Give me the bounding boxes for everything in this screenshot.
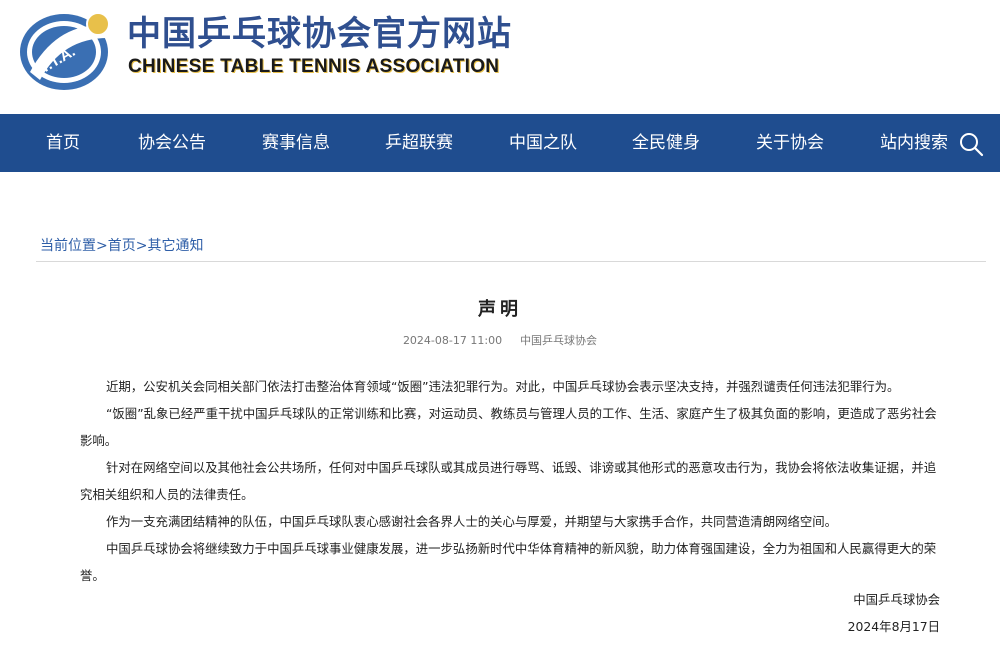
article-signature: 中国乒乓球协会	[853, 592, 940, 607]
nav-item-fitness[interactable]: 全民健身	[632, 114, 700, 172]
breadcrumb-current-link[interactable]: 其它通知	[147, 238, 203, 254]
breadcrumb: 当前位置>首页>其它通知	[40, 236, 203, 256]
site-header: T.T.A. 中国乒乓球协会官方网站 CHINESE TABLE TENNIS …	[0, 0, 1000, 114]
main-nav: 首页 协会公告 赛事信息 乒超联赛 中国之队 全民健身 关于协会 站内搜索	[0, 114, 1000, 172]
nav-item-announcements[interactable]: 协会公告	[138, 114, 206, 172]
article-title: 声明	[478, 299, 522, 320]
article-source: 中国乒乓球协会	[520, 334, 598, 347]
nav-item-national-team[interactable]: 中国之队	[509, 114, 577, 172]
nav-item-home[interactable]: 首页	[46, 114, 80, 172]
article-body: 近期，公安机关会同相关部门依法打击整治体育领域“饭圈”违法犯罪行为。对此，中国乒…	[80, 373, 940, 589]
article-paragraph: “饭圈”乱象已经严重干扰中国乒乓球队的正常训练和比赛，对运动员、教练员与管理人员…	[80, 406, 937, 448]
article-sign-date: 2024年8月17日	[847, 619, 940, 634]
nav-item-events[interactable]: 赛事信息	[262, 114, 330, 172]
nav-item-site-search[interactable]: 站内搜索	[880, 114, 948, 172]
breadcrumb-separator: >	[96, 238, 108, 254]
site-title-chinese: 中国乒乓球协会官方网站	[127, 14, 512, 54]
article-meta: 2024-08-17 11:00 中国乒乓球协会	[0, 333, 1000, 349]
breadcrumb-divider	[36, 261, 986, 262]
breadcrumb-prefix: 当前位置	[40, 238, 96, 254]
article-paragraph: 近期，公安机关会同相关部门依法打击整治体育领域“饭圈”违法犯罪行为。对此，中国乒…	[106, 379, 900, 394]
article-date: 2024-08-17 11:00	[402, 334, 503, 347]
cttа-logo-icon[interactable]: T.T.A.	[18, 8, 114, 92]
search-icon[interactable]	[958, 131, 984, 157]
article-paragraph: 针对在网络空间以及其他社会公共场所，任何对中国乒乓球队或其成员进行辱骂、诋毁、诽…	[80, 460, 937, 502]
breadcrumb-home-link[interactable]: 首页	[108, 238, 136, 254]
article-paragraph: 中国乒乓球协会将继续致力于中国乒乓球事业健康发展，进一步弘扬新时代中华体育精神的…	[80, 541, 937, 583]
article-paragraph: 作为一支充满团结精神的队伍，中国乒乓球队衷心感谢社会各界人士的关心与厚爱，并期望…	[106, 514, 838, 529]
nav-item-super-league[interactable]: 乒超联赛	[385, 114, 453, 172]
site-title-english: CHINESE TABLE TENNIS ASSOCIATION	[128, 56, 500, 77]
nav-item-about[interactable]: 关于协会	[756, 114, 824, 172]
breadcrumb-separator: >	[135, 238, 148, 254]
